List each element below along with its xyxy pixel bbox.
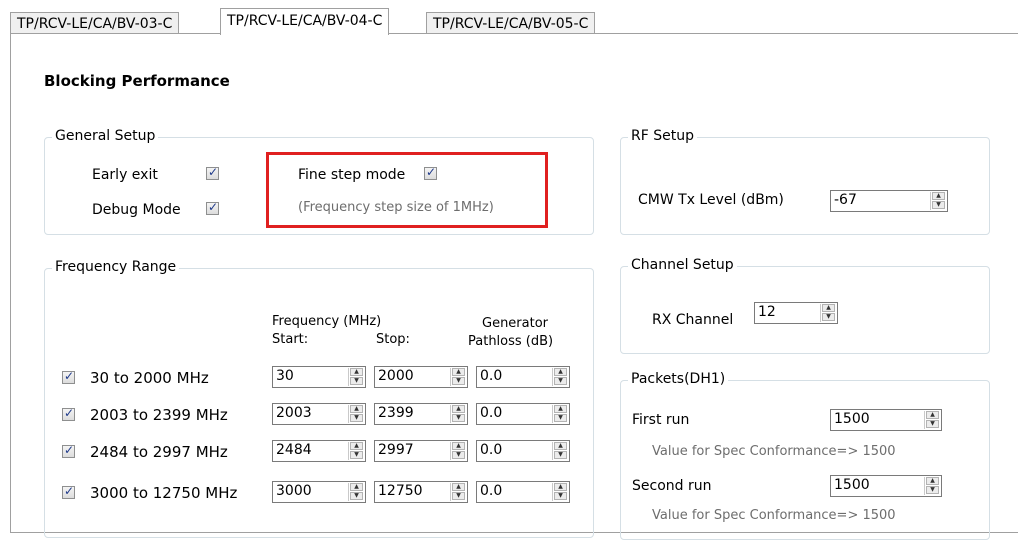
cmw-tx-level-label: CMW Tx Level (dBm) [638, 192, 784, 208]
range-4-start-spinner[interactable]: ▲ ▼ [348, 483, 364, 501]
range-3-stop-input[interactable]: 2997 ▲ ▼ [374, 440, 468, 462]
tab-bv-03[interactable]: TP/RCV-LE/CA/BV-03-C [10, 12, 180, 34]
early-exit-checkbox[interactable]: ✓ [206, 165, 219, 180]
general-setup-legend: General Setup [52, 128, 159, 144]
range-2-stop-spinner[interactable]: ▲ ▼ [450, 405, 466, 423]
tab-bv-04[interactable]: TP/RCV-LE/CA/BV-04-C [220, 8, 390, 35]
rf-setup-legend: RF Setup [628, 128, 697, 144]
range-3-stop-spinner[interactable]: ▲ ▼ [450, 442, 466, 460]
channel-setup-legend: Channel Setup [628, 257, 737, 273]
tab-strip: TP/RCV-LE/CA/BV-03-C TP/RCV-LE/CA/BV-05-… [0, 0, 1018, 34]
highlight-box [266, 152, 548, 228]
range-3-label: 2484 to 2997 MHz [90, 443, 228, 461]
range-4-checkbox[interactable]: ✓ [62, 484, 75, 499]
fine-step-note: (Frequency step size of 1MHz) [298, 200, 494, 215]
range-3-start-input[interactable]: 2484 ▲ ▼ [272, 440, 366, 462]
early-exit-label: Early exit [92, 167, 158, 183]
first-run-spinner[interactable]: ▲ ▼ [924, 411, 940, 429]
range-2-loss-input[interactable]: 0.0 ▲ ▼ [476, 403, 570, 425]
cmw-tx-level-input[interactable]: -67 ▲ ▼ [830, 190, 948, 212]
first-run-note: Value for Spec Conformance=> 1500 [652, 444, 896, 459]
range-4-stop-input[interactable]: 12750 ▲ ▼ [374, 481, 468, 503]
pathloss-header: Pathloss (dB) [468, 334, 554, 349]
range-2-start-spinner[interactable]: ▲ ▼ [348, 405, 364, 423]
range-4-loss-spinner[interactable]: ▲ ▼ [552, 483, 568, 501]
second-run-input[interactable]: 1500 ▲ ▼ [830, 475, 942, 497]
first-run-label: First run [632, 412, 690, 428]
rx-channel-spinner[interactable]: ▲ ▼ [820, 304, 836, 322]
range-3-loss-spinner[interactable]: ▲ ▼ [552, 442, 568, 460]
tab-bv-05[interactable]: TP/RCV-LE/CA/BV-05-C [426, 12, 596, 34]
page-title: Blocking Performance [44, 72, 230, 90]
range-1-start-input[interactable]: 30 ▲ ▼ [272, 366, 366, 388]
range-1-label: 30 to 2000 MHz [90, 369, 209, 387]
fine-step-checkbox[interactable]: ✓ [424, 165, 437, 180]
range-4-start-input[interactable]: 3000 ▲ ▼ [272, 481, 366, 503]
range-2-loss-spinner[interactable]: ▲ ▼ [552, 405, 568, 423]
fine-step-label: Fine step mode [298, 167, 406, 183]
range-3-start-spinner[interactable]: ▲ ▼ [348, 442, 364, 460]
frequency-header: Frequency (MHz) [272, 314, 382, 329]
packets-legend: Packets(DH1) [628, 371, 729, 387]
frequency-range-legend: Frequency Range [52, 259, 180, 275]
range-2-stop-input[interactable]: 2399 ▲ ▼ [374, 403, 468, 425]
range-1-start-spinner[interactable]: ▲ ▼ [348, 368, 364, 386]
range-2-start-input[interactable]: 2003 ▲ ▼ [272, 403, 366, 425]
range-2-checkbox[interactable]: ✓ [62, 406, 75, 421]
range-4-label: 3000 to 12750 MHz [90, 484, 238, 502]
stop-header: Stop: [376, 332, 410, 347]
rx-channel-label: RX Channel [652, 312, 734, 328]
range-1-stop-spinner[interactable]: ▲ ▼ [450, 368, 466, 386]
range-2-label: 2003 to 2399 MHz [90, 406, 228, 424]
range-1-checkbox[interactable]: ✓ [62, 369, 75, 384]
second-run-spinner[interactable]: ▲ ▼ [924, 477, 940, 495]
range-4-stop-spinner[interactable]: ▲ ▼ [450, 483, 466, 501]
debug-mode-checkbox[interactable]: ✓ [206, 200, 219, 215]
range-1-stop-input[interactable]: 2000 ▲ ▼ [374, 366, 468, 388]
range-1-loss-input[interactable]: 0.0 ▲ ▼ [476, 366, 570, 388]
start-header: Start: [272, 332, 309, 347]
generator-header: Generator [482, 316, 549, 331]
second-run-label: Second run [632, 478, 712, 494]
cmw-tx-level-spinner[interactable]: ▲ ▼ [930, 192, 946, 210]
rf-setup-group [620, 137, 990, 235]
first-run-input[interactable]: 1500 ▲ ▼ [830, 409, 942, 431]
range-3-loss-input[interactable]: 0.0 ▲ ▼ [476, 440, 570, 462]
range-4-loss-input[interactable]: 0.0 ▲ ▼ [476, 481, 570, 503]
debug-mode-label: Debug Mode [92, 202, 181, 218]
range-3-checkbox[interactable]: ✓ [62, 443, 75, 458]
range-1-loss-spinner[interactable]: ▲ ▼ [552, 368, 568, 386]
rx-channel-input[interactable]: 12 ▲ ▼ [754, 302, 838, 324]
second-run-note: Value for Spec Conformance=> 1500 [652, 508, 896, 523]
